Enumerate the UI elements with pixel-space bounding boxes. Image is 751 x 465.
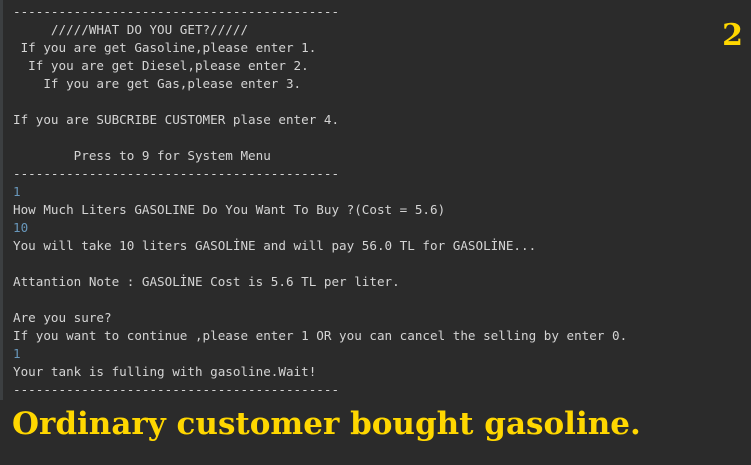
console-output-line: If you are SUBCRIBE CUSTOMER plase enter… [13,112,340,127]
console-output-line: How Much Liters GASOLINE Do You Want To … [13,202,446,217]
console-output-line [13,255,627,273]
console-input-line: 1 [13,346,21,361]
slide-caption: Ordinary customer bought gasoline. [12,406,641,442]
slide-number: 2 [722,18,743,53]
console-input-line: 1 [13,184,21,199]
console-output-line: /////WHAT DO YOU GET?///// [13,22,249,37]
console-output-line [13,291,627,309]
console-output-line: ----------------------------------------… [13,166,340,181]
console-output-line: If you are get Gas,please enter 3. [13,76,302,91]
console-output-line: If you are get Gasoline,please enter 1. [13,40,317,55]
console-output-line: ----------------------------------------… [13,382,340,397]
console-output-line: Your tank is fulling with gasoline.Wait! [13,364,317,379]
console-output-line: ----------------------------------------… [13,4,340,19]
console-lines: ----------------------------------------… [13,3,627,399]
console-input-line: 10 [13,220,29,235]
console-output-line [13,129,627,147]
console-output-line: If you are get Diesel,please enter 2. [13,58,309,73]
console-output-line: Press to 9 for System Menu [13,148,271,163]
console-output-line: Are you sure? [13,310,112,325]
console-output-line: Attantion Note : GASOLİNE Cost is 5.6 TL… [13,274,400,289]
console-output-line: You will take 10 liters GASOLİNE and wil… [13,238,537,253]
console-output-line [13,93,627,111]
console-output-line: If you want to continue ,please enter 1 … [13,328,628,343]
console-output-panel[interactable]: ----------------------------------------… [0,0,751,400]
